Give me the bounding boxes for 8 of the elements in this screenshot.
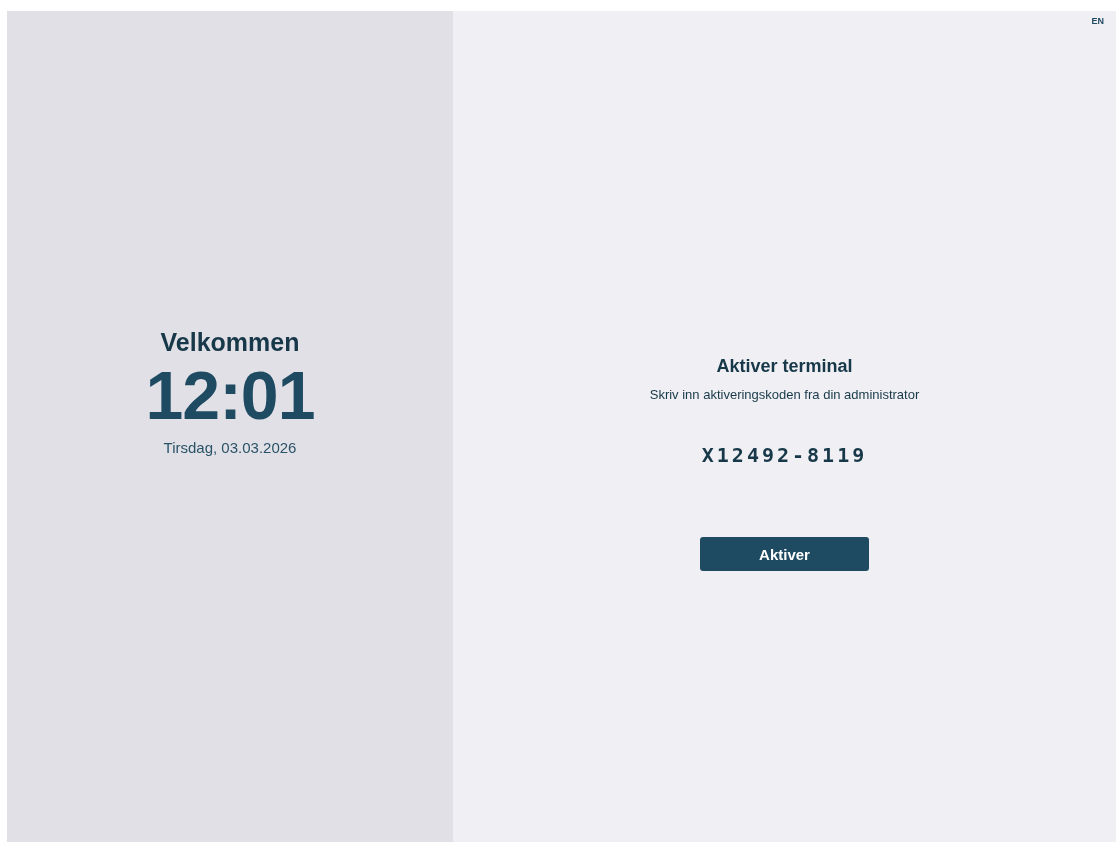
welcome-title: Velkommen	[160, 327, 300, 357]
instruction-text: Skriv inn aktiveringskoden fra din administrator	[649, 387, 920, 402]
language-button[interactable]: EN	[1089, 14, 1106, 28]
activation-title: Aktiver terminal	[716, 356, 853, 377]
activate-button[interactable]: Aktiver	[700, 537, 869, 571]
activation-code: X12492-8119	[701, 443, 868, 467]
date-text: Tirsdag, 03.03.2026	[163, 438, 297, 456]
clock-time: 12:01	[145, 360, 315, 429]
